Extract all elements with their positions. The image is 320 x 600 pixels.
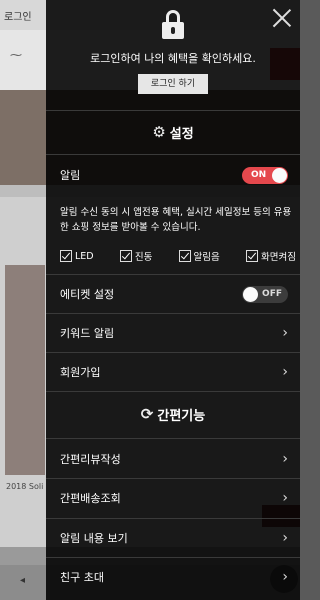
settings-title-label: 설정: [169, 126, 194, 142]
side-drawer: 로그인하여 나의 혜택을 확인하세요. 로그인 하기 ⚙ 설정 알림 ON 알림…: [46, 0, 300, 600]
alarm-row: 알림 ON: [46, 156, 300, 194]
quick-review-item[interactable]: 간편리뷰작성 ›: [46, 440, 300, 478]
alarm-label: 알림: [60, 169, 81, 182]
background-product-label: 2018 Soli: [6, 482, 44, 491]
toggle-knob: [272, 167, 287, 183]
etiquette-label: 에티켓 설정: [60, 288, 115, 301]
divider: [46, 391, 300, 392]
chevron-right-icon: ›: [282, 325, 288, 341]
quick-item-label: 알림 내용 보기: [60, 532, 128, 545]
checkbox-label: 화면켜짐: [261, 252, 296, 263]
signup-item[interactable]: 회원가입 ›: [46, 353, 300, 391]
checkbox-label: LED: [75, 250, 94, 262]
etiquette-toggle-label: OFF: [262, 288, 282, 299]
alarm-toggle[interactable]: ON: [242, 166, 288, 184]
quick-item-label: 친구 초대: [60, 571, 104, 584]
checkbox-vibration[interactable]: 진동: [119, 249, 153, 263]
refresh-icon: ⟳: [140, 405, 154, 423]
chevron-right-icon: ›: [282, 490, 288, 506]
background-back-arrow-icon: ◂: [20, 575, 26, 586]
chevron-right-icon: ›: [282, 451, 288, 467]
quick-title-label: 간편기능: [157, 408, 206, 424]
alarm-options: LED 진동 알림음 화면켜짐: [60, 249, 296, 263]
checkbox-led[interactable]: LED: [60, 249, 94, 263]
chevron-right-icon: ›: [282, 569, 288, 585]
login-button[interactable]: 로그인 하기: [138, 74, 208, 94]
quick-item-label: 간편리뷰작성: [60, 453, 121, 466]
checkbox-label: 진동: [134, 252, 153, 263]
alarm-description: 알림 수신 동의 시 앱전용 혜택, 실시간 세일정보 등의 유용한 쇼핑 정보…: [60, 207, 292, 233]
settings-section-title: ⚙ 설정: [46, 112, 300, 152]
background-logo: ⁓: [10, 48, 22, 62]
keyword-alarm-item[interactable]: 키워드 알림 ›: [46, 314, 300, 352]
checkbox-checked-icon: [60, 250, 72, 262]
background-tab-label: 로그인: [4, 12, 32, 23]
checkbox-checked-icon: [178, 250, 191, 262]
lock-icon: [162, 10, 184, 40]
toggle-knob: [243, 286, 258, 302]
keyword-alarm-label: 키워드 알림: [60, 327, 115, 340]
quick-invite-item[interactable]: 친구 초대 ›: [46, 558, 300, 596]
quick-section-title: ⟳ 간편기능: [46, 394, 300, 434]
gear-icon: ⚙: [152, 123, 166, 141]
chevron-right-icon: ›: [282, 530, 288, 546]
checkbox-checked-icon: [119, 250, 132, 262]
close-icon[interactable]: [272, 8, 292, 28]
checkbox-sound[interactable]: 알림음: [178, 249, 220, 263]
divider: [46, 110, 300, 111]
divider: [46, 154, 300, 155]
quick-delivery-item[interactable]: 간편배송조회 ›: [46, 479, 300, 517]
etiquette-toggle[interactable]: OFF: [242, 285, 288, 303]
login-message: 로그인하여 나의 혜택을 확인하세요.: [90, 52, 256, 65]
checkbox-screen-on[interactable]: 화면켜짐: [246, 249, 296, 263]
checkbox-checked-icon: [246, 250, 258, 262]
divider: [46, 438, 300, 439]
alarm-toggle-label: ON: [251, 169, 267, 180]
checkbox-label: 알림음: [193, 252, 220, 263]
background-product-image: [5, 265, 45, 475]
chevron-right-icon: ›: [282, 364, 288, 380]
quick-item-label: 간편배송조회: [60, 492, 121, 505]
signup-label: 회원가입: [60, 366, 101, 379]
etiquette-row: 에티켓 설정 OFF: [46, 275, 300, 313]
quick-notifications-item[interactable]: 알림 내용 보기 ›: [46, 519, 300, 557]
